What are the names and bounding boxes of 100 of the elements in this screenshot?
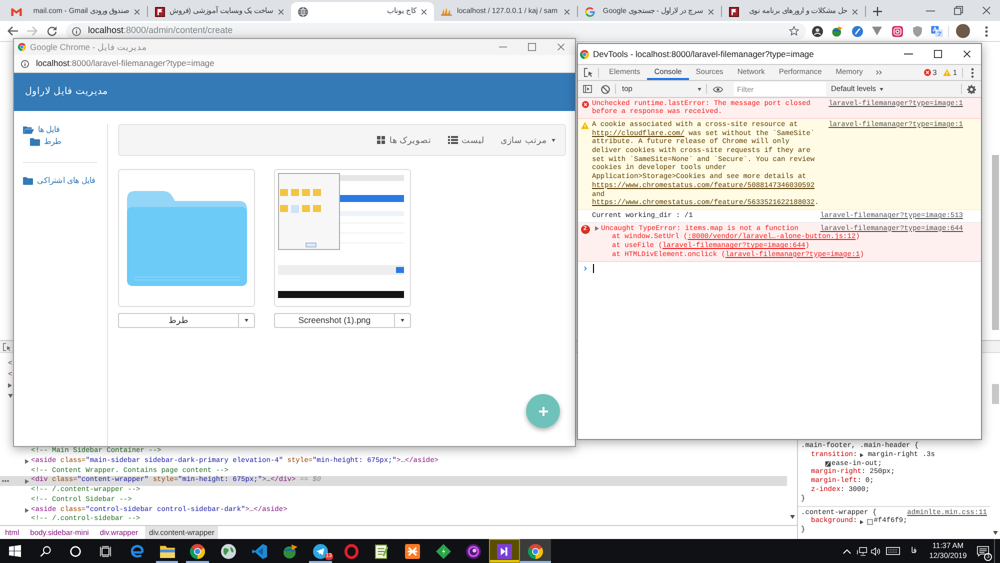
keyboard-icon[interactable] — [886, 547, 900, 555]
folder-tree-item[interactable]: فایل های اشتراکی — [23, 175, 96, 187]
back-arrow-icon[interactable] — [6, 26, 18, 36]
swoosh-icon[interactable] — [852, 26, 862, 36]
chevron-up-icon[interactable] — [843, 548, 851, 554]
paper-plane-icon — [312, 544, 328, 558]
close-icon[interactable] — [962, 50, 970, 58]
notification-icon[interactable] — [977, 546, 989, 556]
caret-down-icon[interactable] — [244, 319, 249, 322]
v-shape-icon[interactable] — [872, 26, 882, 36]
warning-icon — [581, 122, 589, 129]
scrollbar-thumb[interactable] — [992, 384, 998, 404]
double-chevron-icon[interactable] — [876, 70, 882, 75]
sailboat-icon — [441, 7, 452, 16]
translate-icon[interactable] — [931, 26, 943, 36]
expand-triangle-icon[interactable] — [24, 459, 28, 464]
expand-triangle-icon[interactable] — [860, 452, 864, 458]
ellipsis-icon[interactable] — [2, 480, 9, 482]
profile-avatar[interactable] — [956, 24, 970, 38]
knot-icon — [405, 544, 420, 558]
file-name-button[interactable]: طرط — [118, 313, 239, 328]
task-view-icon[interactable] — [100, 546, 110, 556]
network-icon[interactable] — [856, 546, 866, 556]
caret-down-icon[interactable] — [879, 88, 884, 90]
folder-tree-item[interactable]: فایل ها — [23, 124, 60, 136]
start-icon[interactable] — [9, 545, 21, 557]
caret-down-icon[interactable] — [400, 319, 405, 322]
person-circle-icon[interactable] — [812, 26, 822, 36]
plus-icon[interactable] — [872, 7, 882, 16]
orb-icon — [466, 544, 482, 558]
file-menu-button[interactable] — [395, 313, 411, 328]
address-bar[interactable]: localhost:8000/admin/content/create — [66, 22, 806, 40]
diamond-icon — [436, 544, 451, 558]
notepad-icon — [375, 544, 388, 558]
g-logo-icon — [585, 6, 595, 16]
expand-triangle-icon[interactable] — [24, 508, 28, 513]
easing-curve-icon[interactable] — [825, 461, 831, 468]
info-icon — [21, 60, 29, 68]
grid-icon — [377, 136, 386, 144]
circle-icon[interactable] — [70, 546, 80, 556]
error-icon[interactable] — [924, 69, 931, 76]
swirl-icon — [128, 544, 144, 558]
eye-icon[interactable] — [713, 86, 723, 92]
file-card[interactable] — [274, 169, 411, 307]
inspect-icon[interactable] — [584, 68, 592, 77]
settings-gear-icon[interactable] — [967, 84, 976, 94]
color-swatch-icon[interactable] — [866, 518, 873, 525]
scroll-down-arrow-icon[interactable] — [790, 515, 794, 519]
toolbar-button[interactable]: مرتب سازی — [500, 134, 556, 146]
globe-icon — [298, 6, 308, 16]
expand-triangle-icon[interactable] — [8, 382, 12, 388]
search-icon[interactable] — [40, 546, 50, 556]
expand-triangle-icon[interactable] — [860, 520, 864, 524]
window-title: Google Chrome - مدیریت فایل — [30, 40, 147, 54]
mail-icon — [11, 8, 22, 16]
reload-icon[interactable] — [47, 26, 57, 36]
inspect-icon[interactable] — [3, 342, 11, 350]
collapse-triangle-icon[interactable] — [8, 394, 13, 398]
ribbon-icon — [252, 544, 267, 558]
minimize-icon[interactable] — [904, 53, 913, 55]
restore-icon[interactable] — [954, 6, 962, 15]
taskbar-button[interactable] — [520, 539, 551, 563]
folder-icon — [160, 544, 175, 558]
info-icon — [72, 26, 81, 36]
caret-down-icon[interactable] — [551, 138, 556, 142]
globe-icon — [220, 544, 236, 558]
camera-icon[interactable] — [892, 26, 902, 36]
close-icon[interactable] — [421, 8, 427, 14]
browser-logo-icon — [528, 544, 543, 558]
flag-tile-icon — [155, 6, 165, 16]
browser-logo-icon — [190, 544, 206, 558]
toolbar-button[interactable]: تصویرک ها — [377, 134, 432, 146]
shield-icon[interactable] — [912, 26, 922, 36]
app-title: مدیریت فایل لاراول — [25, 84, 108, 99]
taskbar-button[interactable] — [489, 539, 520, 563]
sidebar-toggle-icon[interactable] — [582, 85, 592, 93]
folder-tree-item[interactable]: طرط — [30, 136, 61, 148]
prompt-chevron-icon — [584, 266, 586, 271]
file-menu-button[interactable] — [239, 313, 255, 328]
error-icon — [582, 100, 588, 108]
clear-console-icon[interactable] — [600, 84, 610, 94]
maximize-icon[interactable] — [934, 50, 942, 58]
window-title: DevTools - localhost:8000/laravel-filemanager?type=image — [593, 48, 814, 60]
volume-icon[interactable] — [870, 546, 880, 556]
flag-tile-icon — [729, 6, 739, 16]
folder-icon — [126, 190, 246, 286]
toolbar-button[interactable]: لیست — [448, 134, 485, 146]
scrollbar-thumb[interactable] — [992, 155, 999, 330]
play-icon — [497, 544, 512, 558]
more-icon[interactable] — [970, 68, 974, 78]
ring-icon — [344, 544, 359, 558]
caret-down-icon[interactable] — [697, 88, 702, 90]
list-icon — [448, 136, 458, 144]
more-icon[interactable] — [984, 26, 988, 36]
star-icon[interactable] — [789, 26, 799, 36]
browser-logo-icon — [18, 43, 26, 51]
scroll-down-arrow-icon[interactable] — [992, 531, 998, 535]
browser-logo-icon — [580, 50, 589, 58]
file-name-button[interactable]: Screenshot (1).png — [274, 313, 395, 328]
language-indicator[interactable]: فا — [904, 539, 924, 563]
